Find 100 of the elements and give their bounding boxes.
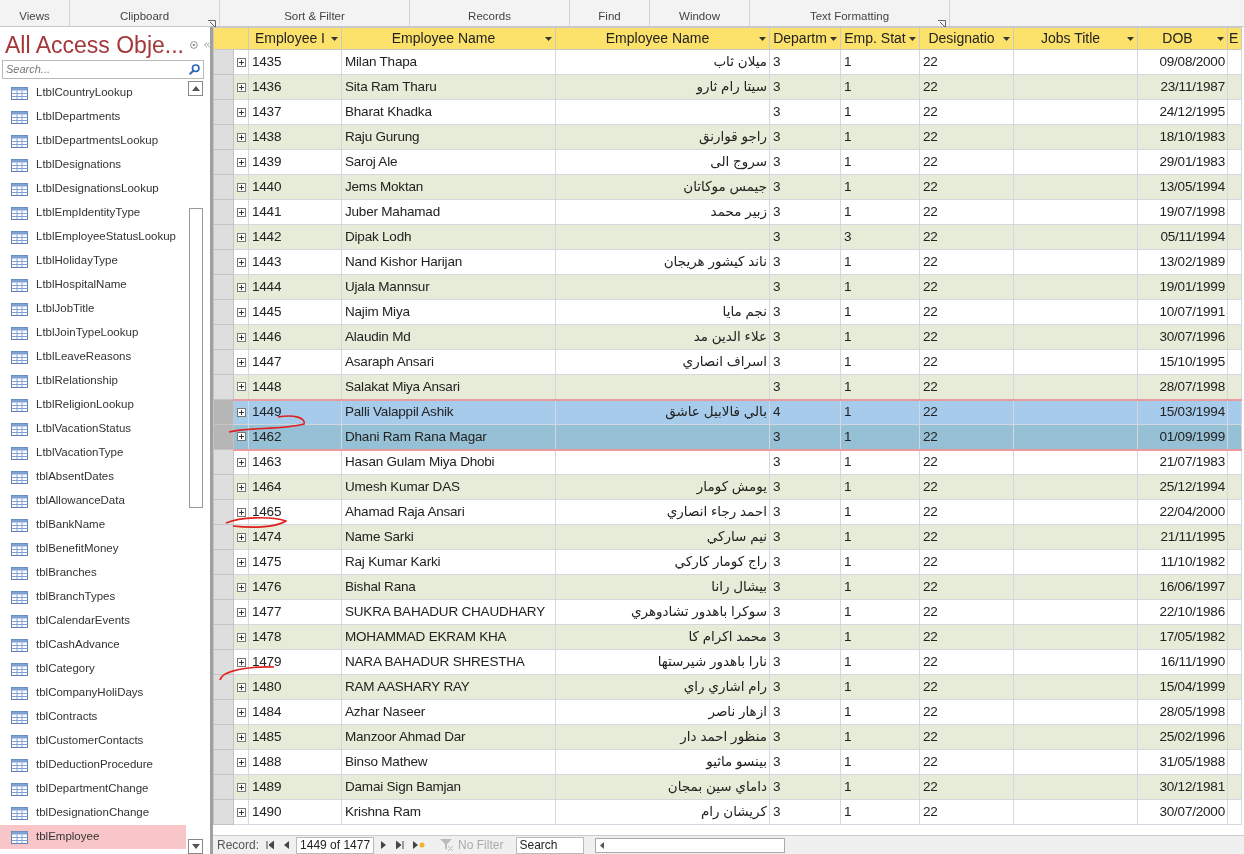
table-item[interactable]: tblDesignationChange: [0, 801, 186, 825]
column-header[interactable]: Jobs Title: [1013, 27, 1138, 50]
expand-icon[interactable]: [237, 82, 246, 92]
table-item[interactable]: tblDeductionProcedure: [0, 753, 186, 777]
table-item[interactable]: LtblJoinTypeLookup: [0, 321, 186, 345]
expand-icon[interactable]: [237, 557, 246, 567]
table-item[interactable]: LtblReligionLookup: [0, 393, 186, 417]
dropdown-arrow-icon[interactable]: [545, 37, 552, 41]
expand-icon[interactable]: [237, 132, 246, 142]
expand-icon[interactable]: [237, 682, 246, 692]
column-header[interactable]: Departm: [769, 27, 841, 50]
horizontal-scrollbar[interactable]: [595, 837, 786, 853]
expand-icon[interactable]: [237, 182, 246, 192]
column-header[interactable]: DOB: [1137, 27, 1228, 50]
dropdown-arrow-icon[interactable]: [909, 37, 916, 41]
expand-icon[interactable]: [237, 657, 246, 667]
search-field[interactable]: Search: [516, 836, 585, 854]
table-item[interactable]: tblBankName: [0, 513, 186, 537]
expand-icon[interactable]: [237, 357, 246, 367]
dropdown-icon[interactable]: [189, 38, 198, 52]
expand-icon[interactable]: [237, 232, 246, 242]
table-cell: 22: [919, 49, 1014, 75]
expand-icon[interactable]: [237, 107, 246, 117]
expand-icon[interactable]: [237, 57, 246, 67]
table-item[interactable]: LtblHospitalName: [0, 273, 186, 297]
table-item[interactable]: tblCategory: [0, 657, 186, 681]
expand-icon[interactable]: [237, 257, 246, 267]
scroll-up-button[interactable]: [188, 81, 203, 96]
expand-icon[interactable]: [237, 607, 246, 617]
scroll-down-button[interactable]: [188, 839, 203, 854]
table-item[interactable]: LtblCountryLookup: [0, 81, 186, 105]
table-item[interactable]: LtblEmpIdentityType: [0, 201, 186, 225]
dropdown-arrow-icon[interactable]: [759, 37, 766, 41]
expand-icon[interactable]: [237, 732, 246, 742]
dropdown-arrow-icon[interactable]: [830, 37, 837, 41]
first-record-icon: [266, 841, 275, 849]
table-item[interactable]: tblBranches: [0, 561, 186, 585]
expand-icon[interactable]: [237, 782, 246, 792]
column-header[interactable]: Emp. Stat: [840, 27, 920, 50]
dropdown-arrow-icon[interactable]: [1003, 37, 1010, 41]
expand-icon[interactable]: [237, 507, 246, 517]
expand-icon[interactable]: [237, 432, 246, 442]
table-item[interactable]: LtblLeaveReasons: [0, 345, 186, 369]
table-cell: Nand Kishor Harijan: [341, 249, 556, 275]
table-cell: Sita Ram Tharu: [341, 74, 556, 100]
column-header[interactable]: Employee Name: [341, 27, 556, 50]
expand-icon[interactable]: [237, 482, 246, 492]
expand-icon[interactable]: [237, 382, 246, 392]
table-item[interactable]: tblBenefitMoney: [0, 537, 186, 561]
table-item[interactable]: LtblDepartments: [0, 105, 186, 129]
scrollbar-thumb[interactable]: [189, 208, 203, 508]
table-cell: 22/10/1986: [1137, 599, 1228, 625]
dropdown-arrow-icon[interactable]: [1127, 37, 1134, 41]
expand-icon[interactable]: [237, 282, 246, 292]
table-item[interactable]: tblDepartmentChange: [0, 777, 186, 801]
dropdown-arrow-icon[interactable]: [331, 37, 338, 41]
table-item[interactable]: LtblDesignations: [0, 153, 186, 177]
table-item[interactable]: tblCompanyHoliDays: [0, 681, 186, 705]
expand-icon[interactable]: [237, 307, 246, 317]
expand-icon[interactable]: [237, 757, 246, 767]
table-item[interactable]: tblCustomerContacts: [0, 729, 186, 753]
table-item[interactable]: tblEmployee: [0, 825, 186, 849]
table-cell: 1485: [248, 724, 342, 750]
table-item[interactable]: tblCashAdvance: [0, 633, 186, 657]
table-item[interactable]: LtblJobTitle: [0, 297, 186, 321]
table-item[interactable]: tblCalendarEvents: [0, 609, 186, 633]
table-item[interactable]: tblAllowanceData: [0, 489, 186, 513]
dropdown-arrow-icon[interactable]: [1217, 37, 1224, 41]
expand-icon[interactable]: [237, 582, 246, 592]
column-header[interactable]: Designatio: [919, 27, 1014, 50]
table-cell: Hasan Gulam Miya Dhobi: [341, 449, 556, 475]
expand-icon[interactable]: [237, 707, 246, 717]
table-item[interactable]: LtblRelationship: [0, 369, 186, 393]
table-cell: MOHAMMAD EKRAM KHA: [341, 624, 556, 650]
table-item[interactable]: LtblEmployeeStatusLookup: [0, 225, 186, 249]
expand-icon[interactable]: [237, 332, 246, 342]
expand-icon[interactable]: [237, 157, 246, 167]
table-cell: 22: [919, 149, 1014, 175]
column-header[interactable]: Employee I: [248, 27, 342, 50]
table-item[interactable]: tblContracts: [0, 705, 186, 729]
table-cell: 1463: [248, 449, 342, 475]
expand-icon[interactable]: [237, 807, 246, 817]
table-item[interactable]: tblAbsentDates: [0, 465, 186, 489]
expand-icon[interactable]: [237, 632, 246, 642]
record-position-field[interactable]: 1449 of 1477: [296, 836, 375, 854]
expand-icon[interactable]: [237, 532, 246, 542]
table-item[interactable]: tblBranchTypes: [0, 585, 186, 609]
expand-icon[interactable]: [237, 407, 246, 417]
column-header[interactable]: Employee Name: [555, 27, 770, 50]
table-item[interactable]: LtblVacationStatus: [0, 417, 186, 441]
table-item[interactable]: LtblDesignationsLookup: [0, 177, 186, 201]
table-item[interactable]: LtblVacationType: [0, 441, 186, 465]
table-cell: بينسو ماثيو: [555, 749, 770, 775]
table-cell: 25/02/1996: [1137, 724, 1228, 750]
table-item[interactable]: LtblHolidayType: [0, 249, 186, 273]
expand-icon[interactable]: [237, 457, 246, 467]
table-icon: [11, 86, 28, 100]
table-item[interactable]: LtblDepartmentsLookup: [0, 129, 186, 153]
expand-icon[interactable]: [237, 207, 246, 217]
table-cell: ناند كيشور هريجان: [555, 249, 770, 275]
